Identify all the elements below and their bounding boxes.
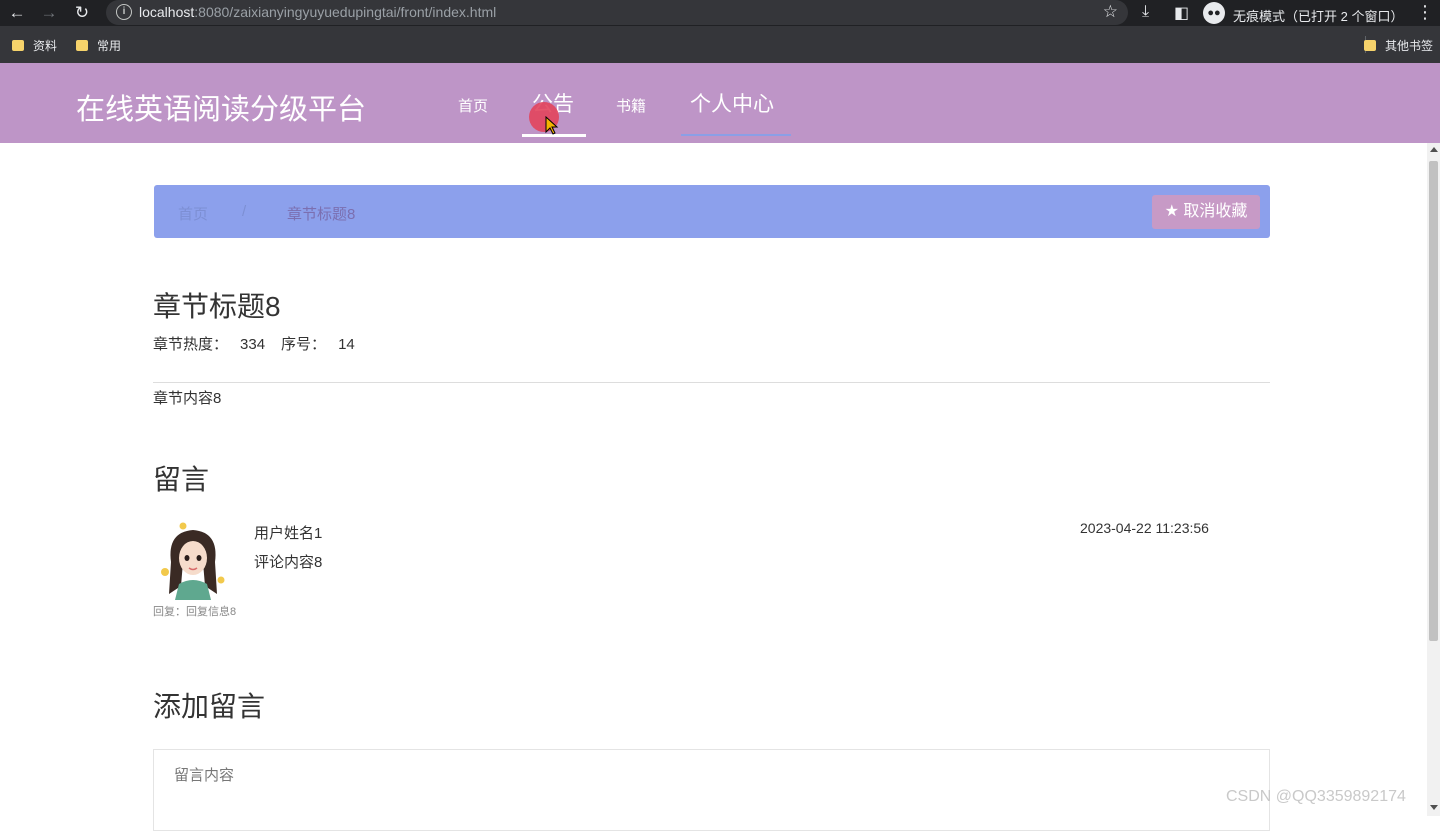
comment-time: 2023-04-22 11:23:56 <box>1080 520 1209 536</box>
heat-value: 334 <box>240 336 266 353</box>
nav-hover-underline <box>681 134 791 136</box>
url-text[interactable]: localhost:8080/zaixianyingyuyuedupingtai… <box>139 4 496 20</box>
nav-home[interactable]: 首页 <box>458 95 488 115</box>
nav-profile[interactable]: 个人中心 <box>690 88 774 116</box>
user-avatar <box>157 522 229 600</box>
download-icon[interactable]: ⤓ <box>1142 3 1149 21</box>
folder-icon <box>76 40 88 51</box>
index-label: 序号： <box>281 336 327 353</box>
star-icon: ★ <box>1164 203 1179 220</box>
address-bar[interactable]: i localhost:8080/zaixianyingyuyuedupingt… <box>106 0 1128 25</box>
watermark: CSDN @QQ3359892174 <box>1226 788 1406 805</box>
side-panel-icon[interactable]: ◧ <box>1174 3 1189 23</box>
nav-books[interactable]: 书籍 <box>616 95 646 115</box>
forward-icon[interactable]: → <box>38 2 60 24</box>
add-comment-title: 添加留言 <box>153 691 266 722</box>
comment-input-box <box>153 749 1270 831</box>
chapter-meta: 章节热度： 334 序号： 14 <box>153 333 371 354</box>
scrollbar-thumb[interactable] <box>1429 161 1438 641</box>
comment-user: 用户姓名1 <box>254 525 323 542</box>
bookmark-star-icon[interactable]: ☆ <box>1103 2 1118 22</box>
unfavorite-label: 取消收藏 <box>1183 203 1248 220</box>
breadcrumb-home[interactable]: 首页 <box>178 203 208 224</box>
chapter-content: 章节内容8 <box>153 390 222 407</box>
breadcrumb-separator: / <box>242 203 247 220</box>
mouse-cursor-icon <box>545 116 559 135</box>
site-header: 在线英语阅读分级平台 首页 公告 书籍 个人中心 <box>0 63 1440 143</box>
comment-text: 评论内容8 <box>254 554 323 571</box>
folder-icon <box>12 40 24 51</box>
incognito-label: 无痕模式（已打开 2 个窗口） <box>1233 9 1404 24</box>
breadcrumb: 首页 / 章节标题8 ★ 取消收藏 <box>154 185 1270 238</box>
bookmark-folder-changyong[interactable]: 常用 <box>76 37 121 54</box>
heat-label: 章节热度： <box>153 336 229 353</box>
bookmark-folder-ziliao[interactable]: 资料 <box>12 37 57 54</box>
incognito-indicator[interactable]: ●● 无痕模式（已打开 2 个窗口） <box>1203 2 1404 24</box>
comment-textarea[interactable] <box>154 750 1269 830</box>
comment-reply: 回复：回复信息8 <box>153 606 237 618</box>
site-info-icon[interactable]: i <box>116 4 132 20</box>
folder-icon <box>1364 40 1376 51</box>
comments-title: 留言 <box>153 464 210 495</box>
bookmark-folder-other[interactable]: 其他书签 <box>1364 37 1433 54</box>
browser-menu-icon[interactable]: ⋮ <box>1416 2 1434 23</box>
index-value: 14 <box>338 336 355 353</box>
chapter-title: 章节标题8 <box>153 291 281 322</box>
incognito-icon: ●● <box>1203 2 1225 24</box>
reload-icon[interactable]: ↻ <box>71 2 93 24</box>
breadcrumb-current: 章节标题8 <box>287 206 356 223</box>
page-scrollbar[interactable] <box>1427 143 1440 816</box>
back-icon[interactable]: ← <box>6 2 28 24</box>
site-title[interactable]: 在线英语阅读分级平台 <box>76 86 366 128</box>
browser-toolbar: ← → ↻ i localhost:8080/zaixianyingyuyued… <box>0 0 1440 26</box>
bookmarks-bar: 资料 常用 其他书签 <box>0 26 1440 64</box>
scroll-down-arrow-icon[interactable] <box>1430 805 1438 810</box>
scroll-up-arrow-icon[interactable] <box>1430 147 1438 152</box>
content-divider <box>153 382 1270 383</box>
unfavorite-button[interactable]: ★ 取消收藏 <box>1152 195 1260 229</box>
